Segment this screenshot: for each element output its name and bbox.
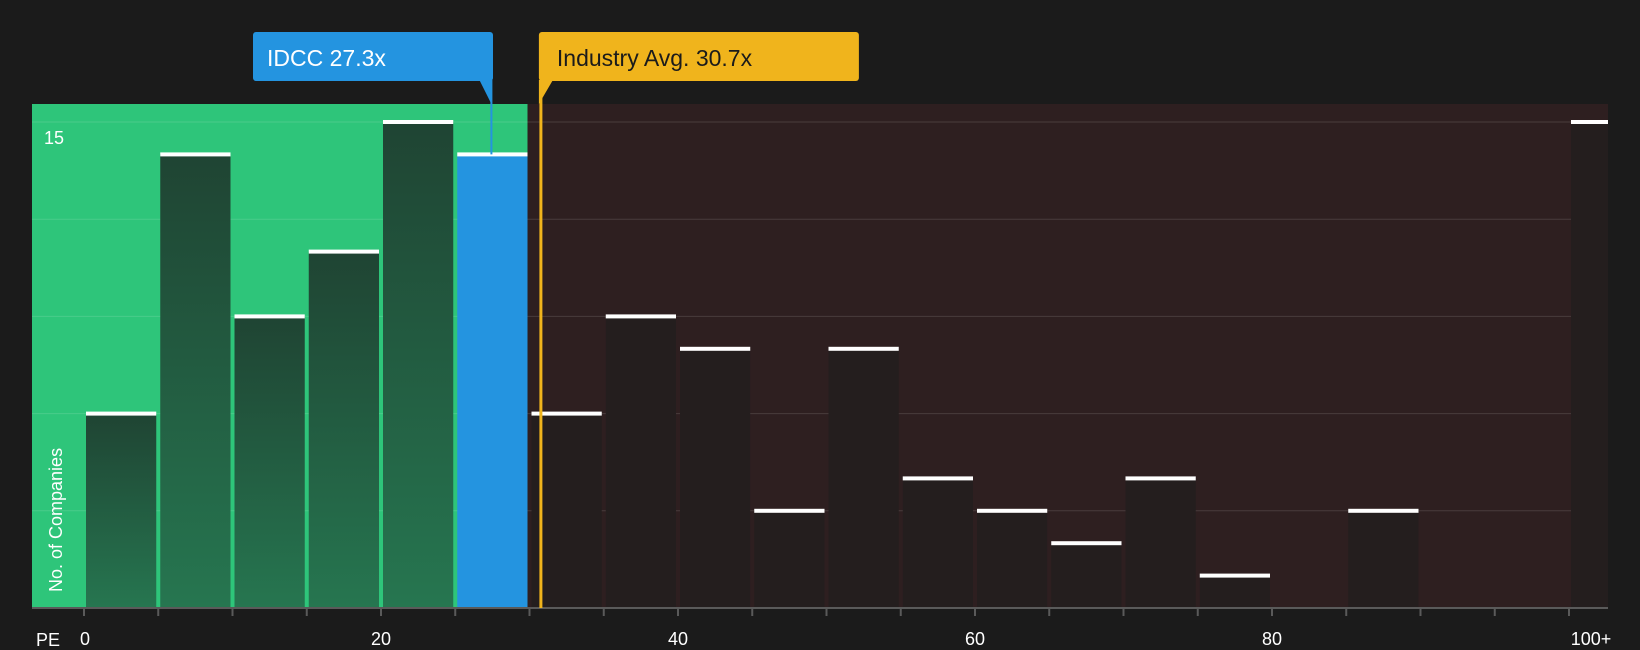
pe-distribution-chart: 0 20 40 60 80 100+ 15 No. of Companies PE IDC… [0,0,1640,650]
y-axis-label: No. of Companies [46,448,66,592]
bar-5-10 [160,154,231,608]
bar-75-80 [1199,575,1270,608]
bar-cap-50-55 [828,346,899,351]
bar-cap-55-60 [902,476,973,481]
bar-70-75 [1125,478,1196,608]
bar-10-15 [234,316,305,608]
bar-15-20 [308,251,379,608]
x-axis-ticks [83,608,1570,616]
bar-cap-85-90 [1348,508,1419,513]
x-tick-label-20: 20 [371,629,391,649]
bar-40-45 [680,348,751,608]
bar-85-90 [1348,510,1419,608]
bar-cap-70-75 [1125,476,1196,481]
bar-55-60 [902,478,973,608]
bar-cap-60-65 [977,508,1048,513]
bar-cap-45-50 [754,508,825,513]
bar-50-55 [828,348,899,608]
bar-45-50 [754,510,825,608]
company-callout-label: IDCC 27.3x [267,45,386,71]
x-tick-label-40: 40 [668,629,688,649]
x-tick-label-0: 0 [80,629,90,649]
bar-0-5 [86,413,157,608]
x-axis-label: PE [36,630,60,650]
industry-callout-label: Industry Avg. 30.7x [557,45,753,71]
bar-cap-75-80 [1199,573,1270,578]
y-tick-label-15: 15 [44,128,64,148]
x-tick-label-100+: 100+ [1571,629,1612,649]
bar-60-65 [977,510,1048,608]
bar-100-102.5 [1571,122,1608,608]
bar-cap-35-40 [605,314,676,319]
bar-cap-65-70 [1051,541,1122,546]
bar-65-70 [1051,543,1122,608]
bar-cap-10-15 [234,314,305,319]
bar-cap-40-45 [680,346,751,351]
bar-cap-20-25 [383,120,454,124]
bar-cap-100-102.5 [1571,120,1608,124]
bar-25-30 [457,154,528,608]
bar-20-25 [383,122,454,608]
x-tick-label-60: 60 [965,629,985,649]
bar-cap-15-20 [308,249,379,254]
bar-35-40 [605,316,676,608]
x-tick-label-80: 80 [1262,629,1282,649]
bar-cap-5-10 [160,152,231,157]
bar-cap-0-5 [86,411,157,416]
